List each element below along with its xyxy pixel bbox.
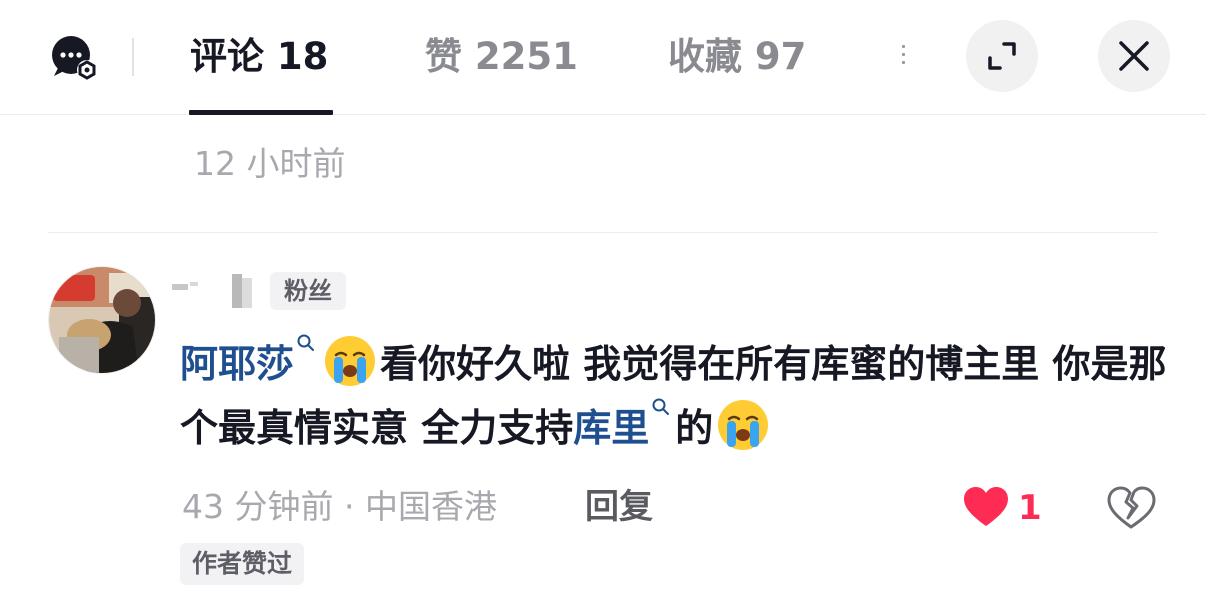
chat-settings-icon[interactable]	[50, 34, 98, 82]
close-icon	[1119, 41, 1149, 71]
comment-divider	[48, 232, 1158, 233]
mention-link[interactable]: 库里	[573, 406, 649, 450]
like-count: 1	[1018, 488, 1042, 528]
crying-emoji-icon	[718, 400, 769, 450]
mention-link[interactable]: 阿耶莎	[180, 342, 294, 386]
previous-comment-time: 12 小时前	[194, 144, 346, 183]
expand-icon	[988, 42, 1016, 70]
crying-emoji-icon	[325, 336, 376, 386]
comment-text-part-2: 的	[675, 406, 714, 450]
comment-panel-header: 评论 18 赞 2251 收藏 97	[0, 0, 1206, 115]
tab-likes[interactable]: 赞 2251	[425, 32, 578, 82]
broken-heart-icon	[1107, 486, 1156, 529]
expand-button[interactable]	[966, 20, 1038, 92]
tab-overflow-hint[interactable]	[898, 40, 910, 72]
search-icon	[652, 398, 670, 415]
reply-button[interactable]: 回复	[585, 485, 653, 529]
author-liked-badge: 作者赞过	[180, 543, 305, 585]
avatar[interactable]	[48, 266, 156, 374]
fan-badge: 粉丝	[270, 272, 346, 310]
comment-body[interactable]: 阿耶莎 看你好久啦 我觉得在所有库蜜的博主里 你是那个最真情实意 全力支持库里的	[180, 332, 1170, 460]
search-icon	[297, 334, 315, 351]
dislike-button[interactable]	[1106, 484, 1156, 532]
header-divider	[132, 38, 134, 76]
heart-icon	[964, 487, 1008, 526]
comment-meta: 43 分钟前 · 中国香港	[182, 487, 497, 526]
tab-favorites[interactable]: 收藏 97	[668, 32, 806, 82]
like-button[interactable]	[962, 484, 1010, 532]
username-redacted[interactable]	[172, 268, 256, 310]
tab-comments[interactable]: 评论 18	[190, 32, 328, 82]
close-button[interactable]	[1098, 20, 1170, 92]
active-tab-underline	[189, 110, 333, 115]
avatar-image	[49, 267, 155, 373]
